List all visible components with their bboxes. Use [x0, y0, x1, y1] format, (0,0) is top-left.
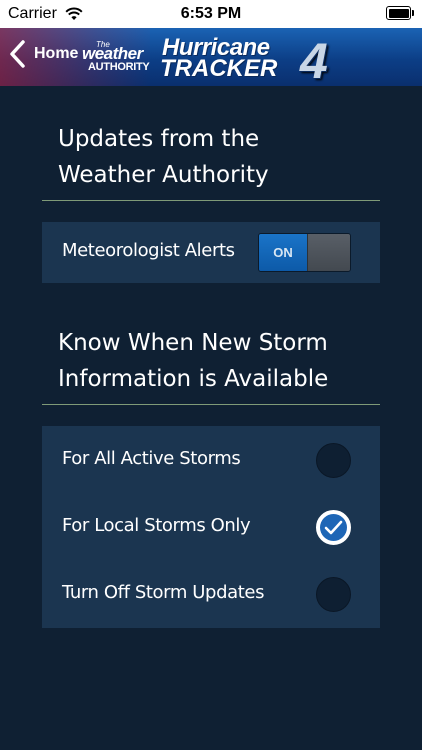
option-label: For Local Storms Only	[62, 515, 251, 536]
section-title-line: Weather Authority	[58, 162, 269, 188]
section-title-storm-info: Know When New Storm Information is Avail…	[58, 325, 388, 397]
option-label: Turn Off Storm Updates	[62, 582, 265, 603]
section-title-line: Updates from the	[58, 126, 260, 152]
alerts-card: Meteorologist Alerts ON	[42, 222, 380, 283]
weather-authority-logo: The weather AUTHORITY	[82, 40, 158, 74]
back-label: Home	[34, 45, 79, 62]
checkmark-icon	[324, 520, 343, 535]
status-bar: Carrier 6:53 PM	[0, 0, 422, 28]
section-divider	[42, 200, 380, 201]
radio-turn-off-storm-updates[interactable]	[316, 577, 351, 612]
nav-bar: Home The weather AUTHORITY Hurricane TRA…	[0, 28, 422, 86]
logo-channel-number: 4	[300, 33, 328, 86]
logo-tracker: TRACKER	[160, 55, 278, 82]
back-button[interactable]: Home	[8, 40, 78, 68]
option-label: For All Active Storms	[62, 448, 241, 469]
section-title-line: Information is Available	[58, 366, 329, 392]
logo-authority: AUTHORITY	[88, 61, 150, 73]
status-time: 6:53 PM	[180, 5, 242, 22]
chevron-left-icon	[10, 40, 25, 68]
section-title-updates: Updates from the Weather Authority	[58, 121, 388, 193]
hurricane-tracker-logo: Hurricane TRACKER 4	[160, 33, 350, 86]
storm-options-card: For All Active Storms For Local Storms O…	[42, 426, 380, 628]
radio-all-active-storms[interactable]	[316, 443, 351, 478]
toggle-knob	[307, 234, 350, 271]
battery-icon	[386, 6, 414, 20]
toggle-on-label: ON	[259, 234, 307, 271]
radio-local-storms-only[interactable]	[316, 510, 351, 545]
meteorologist-alerts-label: Meteorologist Alerts	[62, 240, 235, 261]
section-divider	[42, 404, 380, 405]
section-title-line: Know When New Storm	[58, 330, 328, 356]
meteorologist-alerts-toggle[interactable]: ON	[258, 233, 351, 272]
